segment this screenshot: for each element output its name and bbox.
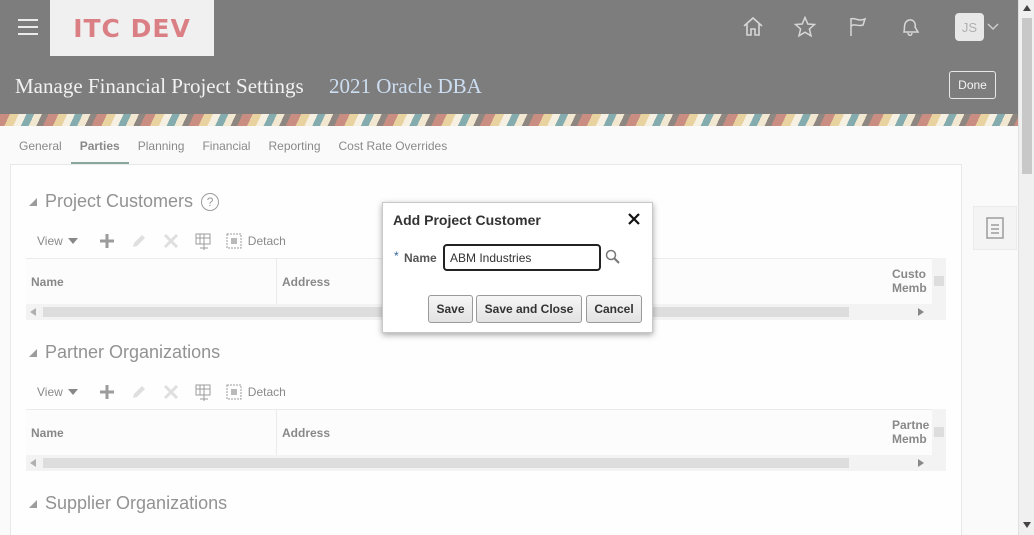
- scroll-up-icon[interactable]: [1023, 5, 1031, 11]
- dialog-title: Add Project Customer: [393, 212, 541, 228]
- close-icon[interactable]: [626, 211, 642, 227]
- add-project-customer-dialog: Add Project Customer * Name Save Save an…: [382, 202, 653, 333]
- scroll-down-icon[interactable]: [1023, 522, 1031, 528]
- save-and-close-button[interactable]: Save and Close: [476, 295, 582, 323]
- name-input[interactable]: [443, 244, 601, 271]
- cancel-button[interactable]: Cancel: [586, 295, 642, 323]
- name-label: Name: [404, 251, 437, 265]
- search-icon[interactable]: [605, 249, 621, 265]
- page-scrollbar[interactable]: [1018, 0, 1034, 535]
- save-button[interactable]: Save: [428, 295, 473, 323]
- required-indicator: *: [394, 249, 399, 263]
